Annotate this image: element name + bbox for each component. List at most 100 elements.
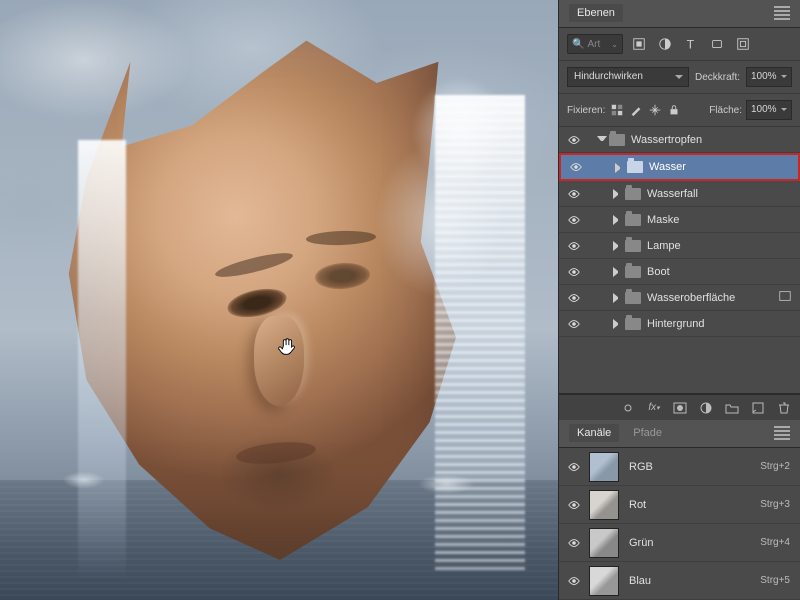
visibility-toggle-icon[interactable] [559, 460, 589, 474]
layer-filter-kind[interactable]: 🔍 Art ⌄ [567, 34, 623, 54]
layers-filter-bar: 🔍 Art ⌄ T [559, 28, 800, 61]
tab-layers[interactable]: Ebenen [569, 4, 623, 22]
layer-row-hintergrund[interactable]: Hintergrund [559, 311, 800, 337]
opacity-label: Deckkraft: [695, 72, 740, 83]
right-panel: Ebenen 🔍 Art ⌄ T Hindurchwirken Deckkraf… [558, 0, 800, 600]
link-layers-icon[interactable] [620, 400, 636, 416]
visibility-toggle-icon[interactable] [561, 160, 591, 174]
channel-row-grün[interactable]: GrünStrg+4 [559, 524, 800, 562]
channel-row-rgb[interactable]: RGBStrg+2 [559, 448, 800, 486]
lock-position-icon[interactable] [647, 102, 663, 118]
folder-icon [625, 292, 641, 304]
layers-panel-tabbar: Ebenen [559, 0, 800, 28]
fill-label: Fläche: [709, 105, 742, 116]
layer-row-maske[interactable]: Maske [559, 207, 800, 233]
filter-shape-icon[interactable] [707, 34, 727, 54]
folder-icon [625, 240, 641, 252]
layer-name: Wasseroberfläche [647, 292, 735, 304]
disclosure-closed-icon[interactable] [613, 267, 623, 277]
layers-list[interactable]: Wassertropfen Wasser Wasserfall Maske Lampe B… [559, 127, 800, 360]
blend-mode-dropdown[interactable]: Hindurchwirken [567, 67, 689, 87]
channel-row-blau[interactable]: BlauStrg+5 [559, 562, 800, 600]
composite-waterfall-right [435, 95, 525, 575]
visibility-toggle-icon[interactable] [559, 187, 589, 201]
layer-row-boot[interactable]: Boot [559, 259, 800, 285]
channel-name: Blau [629, 575, 760, 587]
lock-pixels-icon[interactable] [628, 102, 644, 118]
visibility-toggle-icon[interactable] [559, 317, 589, 331]
tab-paths[interactable]: Pfade [625, 424, 670, 442]
visibility-toggle-icon[interactable] [559, 213, 589, 227]
blend-opacity-row: Hindurchwirken Deckkraft: 100% [559, 61, 800, 94]
filter-adjustment-icon[interactable] [655, 34, 675, 54]
layer-mask-icon[interactable] [672, 400, 688, 416]
composite-waterfall-left [78, 140, 126, 580]
channel-name: RGB [629, 461, 760, 473]
channel-shortcut: Strg+4 [760, 537, 790, 548]
visibility-toggle-icon[interactable] [559, 291, 589, 305]
new-group-icon[interactable] [724, 400, 740, 416]
search-icon: 🔍 [572, 39, 584, 50]
channels-panel-tabbar: Kanäle Pfade [559, 420, 800, 448]
filter-smartobject-icon[interactable] [733, 34, 753, 54]
disclosure-open-icon[interactable] [597, 136, 607, 146]
channel-thumbnail [589, 490, 619, 520]
channel-thumbnail [589, 566, 619, 596]
visibility-toggle-icon[interactable] [559, 498, 589, 512]
visibility-toggle-icon[interactable] [559, 133, 589, 147]
disclosure-closed-icon[interactable] [613, 319, 623, 329]
channel-shortcut: Strg+2 [760, 461, 790, 472]
disclosure-closed-icon[interactable] [613, 293, 623, 303]
filter-pixel-icon[interactable] [629, 34, 649, 54]
channel-name: Rot [629, 499, 760, 511]
layer-thumbnail-icon [778, 289, 792, 306]
fill-field[interactable]: 100% [746, 100, 792, 120]
channel-row-rot[interactable]: RotStrg+3 [559, 486, 800, 524]
visibility-toggle-icon[interactable] [559, 574, 589, 588]
visibility-toggle-icon[interactable] [559, 536, 589, 550]
layer-name: Wasser [649, 161, 686, 173]
lock-all-icon[interactable] [666, 102, 682, 118]
channel-thumbnail [589, 528, 619, 558]
disclosure-closed-icon[interactable] [613, 241, 623, 251]
panel-menu-icon[interactable] [774, 424, 790, 442]
folder-icon [625, 266, 641, 278]
filter-text-icon[interactable]: T [681, 34, 701, 54]
layer-row-wasser[interactable]: Wasser [559, 153, 800, 181]
channels-list[interactable]: RGBStrg+2RotStrg+3GrünStrg+4BlauStrg+5 [559, 448, 800, 600]
layer-name: Lampe [647, 240, 681, 252]
layer-row-wasserfall[interactable]: Wasserfall [559, 181, 800, 207]
layer-filter-label: Art [587, 39, 600, 50]
folder-icon [609, 134, 625, 146]
hand-tool-cursor [276, 336, 298, 358]
adjustment-layer-icon[interactable] [698, 400, 714, 416]
opacity-field[interactable]: 100% [746, 67, 792, 87]
disclosure-closed-icon[interactable] [615, 163, 625, 173]
layers-footer: fx▾ [559, 394, 800, 420]
lock-transparency-icon[interactable] [609, 102, 625, 118]
lock-label: Fixieren: [567, 105, 605, 116]
layer-name: Boot [647, 266, 670, 278]
visibility-toggle-icon[interactable] [559, 265, 589, 279]
svg-text:T: T [687, 37, 695, 51]
layer-name: Maske [647, 214, 679, 226]
new-layer-icon[interactable] [750, 400, 766, 416]
channel-thumbnail [589, 452, 619, 482]
tab-channels[interactable]: Kanäle [569, 424, 619, 442]
layer-name: Wasserfall [647, 188, 698, 200]
layer-row-wassertropfen[interactable]: Wassertropfen [559, 127, 800, 153]
disclosure-closed-icon[interactable] [613, 215, 623, 225]
disclosure-closed-icon[interactable] [613, 189, 623, 199]
canvas-viewport[interactable] [0, 0, 558, 600]
lock-fill-row: Fixieren: Fläche: 100% [559, 94, 800, 127]
channel-shortcut: Strg+3 [760, 499, 790, 510]
layer-row-wasseroberfläche[interactable]: Wasseroberfläche [559, 285, 800, 311]
layer-name: Wassertropfen [631, 134, 702, 146]
layer-fx-icon[interactable]: fx▾ [646, 400, 662, 416]
layer-row-lampe[interactable]: Lampe [559, 233, 800, 259]
panel-menu-icon[interactable] [774, 4, 790, 22]
channel-shortcut: Strg+5 [760, 575, 790, 586]
visibility-toggle-icon[interactable] [559, 239, 589, 253]
delete-layer-icon[interactable] [776, 400, 792, 416]
layers-empty-area[interactable] [559, 360, 800, 394]
